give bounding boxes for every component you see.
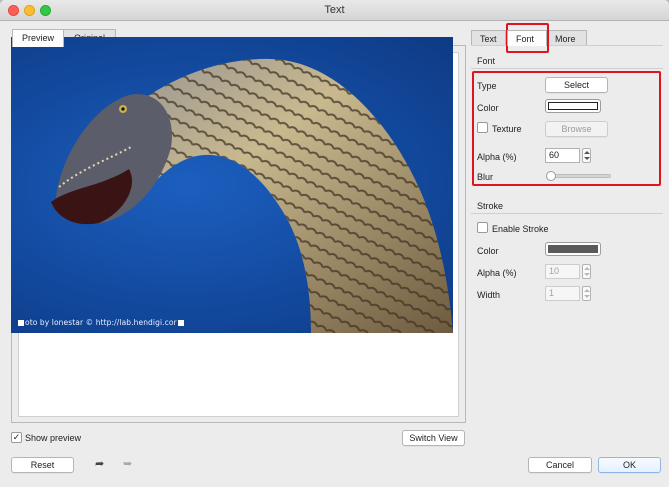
stroke-width-stepper[interactable] — [582, 286, 591, 301]
stroke-color-swatch — [548, 245, 598, 253]
stroke-alpha-input[interactable]: 10 — [545, 264, 580, 279]
stepper-down-icon[interactable] — [584, 273, 590, 276]
switch-view-button[interactable]: Switch View — [402, 430, 465, 446]
tab-preview[interactable]: Preview — [12, 29, 64, 47]
show-preview-checkbox[interactable]: ✓ — [11, 432, 22, 443]
font-color-swatch — [548, 102, 598, 110]
dinosaur-image — [51, 58, 453, 333]
font-section-title: Font — [477, 56, 496, 66]
text-dialog-window: Text Preview Original — [0, 0, 669, 487]
stepper-up-icon[interactable] — [584, 289, 590, 292]
ok-button[interactable]: OK — [598, 457, 661, 473]
stroke-alpha-stepper[interactable] — [582, 264, 591, 279]
watermark-handle-right[interactable] — [177, 320, 184, 326]
browse-texture-button[interactable]: Browse — [545, 121, 608, 137]
preview-photo: oto by lonestar © http://lab.hendigi.cor — [11, 37, 453, 333]
select-font-button[interactable]: Select — [545, 77, 608, 93]
stroke-width-input[interactable]: 1 — [545, 286, 580, 301]
type-label: Type — [477, 81, 497, 91]
undo-arrow-icon[interactable]: ➦ — [95, 457, 104, 470]
blur-slider-track[interactable] — [548, 174, 611, 178]
stroke-section-title: Stroke — [477, 201, 504, 211]
watermark-text: oto by lonestar © http://lab.hendigi.cor — [17, 318, 185, 327]
blur-label: Blur — [477, 172, 494, 182]
blur-slider-knob[interactable] — [546, 171, 556, 181]
reset-button[interactable]: Reset — [11, 457, 74, 473]
font-divider — [471, 68, 663, 69]
redo-arrow-icon[interactable]: ➥ — [123, 457, 132, 470]
tab-underline — [471, 45, 663, 46]
cancel-button[interactable]: Cancel — [528, 457, 592, 473]
stroke-color-well[interactable] — [545, 242, 601, 256]
stroke-width-label: Width — [477, 290, 501, 300]
stroke-divider — [471, 213, 663, 214]
tab-font[interactable]: Font — [507, 30, 547, 46]
enable-stroke-checkbox[interactable] — [477, 222, 488, 233]
enable-stroke-label: Enable Stroke — [492, 224, 549, 234]
font-alpha-stepper[interactable] — [582, 148, 591, 163]
texture-checkbox[interactable] — [477, 122, 488, 133]
stepper-down-icon[interactable] — [584, 295, 590, 298]
window-title: Text — [324, 4, 345, 16]
stroke-alpha-label: Alpha (%) — [477, 268, 517, 278]
font-alpha-input[interactable]: 60 — [545, 148, 580, 163]
color-label: Color — [477, 103, 499, 113]
stepper-up-icon[interactable] — [584, 267, 590, 270]
title-bar[interactable]: Text — [0, 0, 669, 21]
show-preview-label: Show preview — [25, 433, 82, 443]
watermark-handle-left[interactable] — [18, 320, 24, 326]
watermark-string: oto by lonestar © http://lab.hendigi.cor — [25, 318, 177, 327]
font-color-well[interactable] — [545, 99, 601, 113]
stepper-up-icon[interactable] — [584, 151, 590, 154]
tab-more[interactable]: More — [546, 30, 587, 46]
texture-label: Texture — [492, 124, 522, 134]
font-alpha-label: Alpha (%) — [477, 152, 517, 162]
stroke-color-label: Color — [477, 246, 499, 256]
tab-text[interactable]: Text — [471, 30, 506, 46]
stepper-down-icon[interactable] — [584, 157, 590, 160]
